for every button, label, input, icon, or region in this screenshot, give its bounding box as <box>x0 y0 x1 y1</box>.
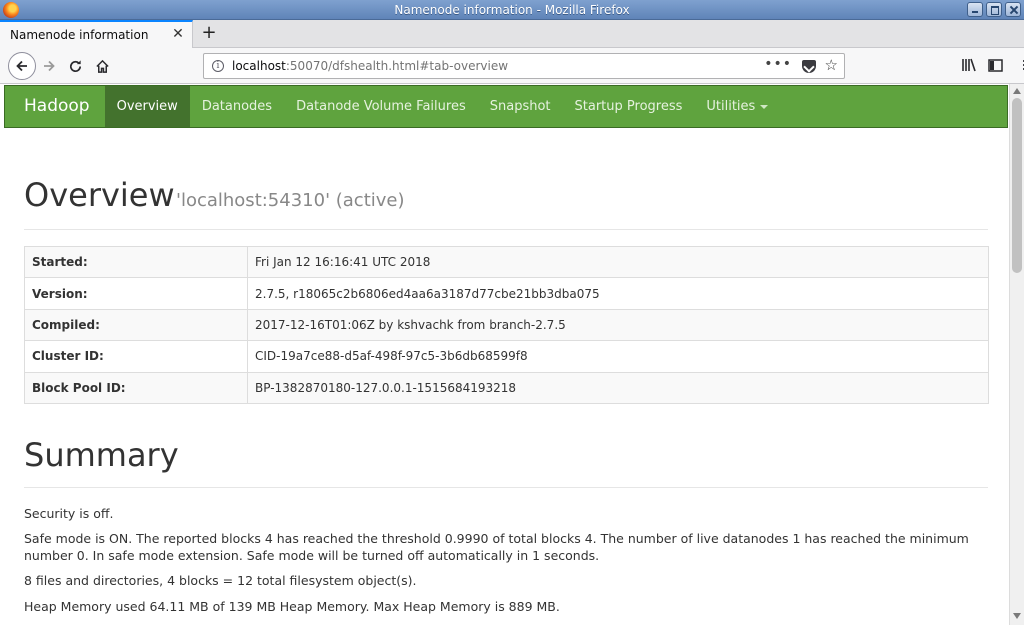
forward-arrow-icon <box>44 60 55 72</box>
row-value: Fri Jan 12 16:16:41 UTC 2018 <box>247 245 989 279</box>
hadoop-brand-link[interactable]: Hadoop <box>5 86 105 127</box>
overview-table: Started: Fri Jan 12 16:16:41 UTC 2018 Ve… <box>24 245 989 404</box>
url-text: localhost:50070/dfshealth.html#tab-overv… <box>232 59 509 73</box>
summary-title: Summary <box>24 436 179 474</box>
back-button[interactable] <box>8 52 36 80</box>
security-status: Security is off. <box>24 506 114 521</box>
sidebar-icon[interactable] <box>984 54 1006 76</box>
vertical-scrollbar[interactable] <box>1009 84 1024 625</box>
forward-button[interactable] <box>37 54 61 78</box>
table-row: Started: Fri Jan 12 16:16:41 UTC 2018 <box>24 245 989 279</box>
safemode-status: Safe mode is ON. The reported blocks 4 h… <box>24 531 969 563</box>
nav-snapshot[interactable]: Snapshot <box>478 86 563 127</box>
site-info-icon[interactable]: i <box>212 60 224 72</box>
nav-utilities-label: Utilities <box>706 99 756 114</box>
pocket-icon[interactable] <box>802 60 816 73</box>
row-value: BP-1382870180-127.0.0.1-1515684193218 <box>247 371 989 404</box>
table-row: Cluster ID: CID-19a7ce88-d5af-498f-97c5-… <box>24 340 989 373</box>
close-window-button[interactable] <box>1005 2 1021 17</box>
library-icon[interactable] <box>958 54 980 76</box>
overview-title: Overview <box>24 176 175 214</box>
window-title: Namenode information - Mozilla Firefox <box>394 3 630 17</box>
new-tab-button[interactable]: + <box>199 23 219 43</box>
row-value: CID-19a7ce88-d5af-498f-97c5-3b6db68599f8 <box>247 340 989 373</box>
nav-datanode-volume-failures[interactable]: Datanode Volume Failures <box>284 86 478 127</box>
browser-tab[interactable]: Namenode information ✕ <box>0 20 193 48</box>
scroll-down-icon[interactable] <box>1013 613 1021 619</box>
row-value: 2.7.5, r18065c2b6806ed4aa6a3187d77cbe21b… <box>247 277 989 310</box>
table-row: Version: 2.7.5, r18065c2b6806ed4aa6a3187… <box>24 277 989 310</box>
row-key: Cluster ID: <box>24 340 248 373</box>
reload-icon <box>69 59 81 72</box>
page-actions-icon[interactable]: ••• <box>764 56 792 72</box>
heap-memory: Heap Memory used 64.11 MB of 139 MB Heap… <box>24 599 560 614</box>
overview-header: Overview 'localhost:54310' (active) <box>24 176 988 230</box>
close-tab-icon[interactable]: ✕ <box>170 26 186 42</box>
back-arrow-icon <box>16 60 27 72</box>
row-value: 2017-12-16T01:06Z by kshvachk from branc… <box>247 308 989 342</box>
table-row: Compiled: 2017-12-16T01:06Z by kshvachk … <box>24 308 989 342</box>
maximize-button[interactable] <box>986 2 1002 17</box>
page-viewport: Hadoop Overview Datanodes Datanode Volum… <box>0 84 1009 625</box>
browser-toolbar: i localhost:50070/dfshealth.html#tab-ove… <box>0 48 1024 84</box>
nav-utilities-dropdown[interactable]: Utilities <box>694 86 780 127</box>
row-key: Version: <box>24 277 248 310</box>
tab-title: Namenode information <box>10 28 149 42</box>
scrollbar-thumb[interactable] <box>1012 98 1022 273</box>
summary-header: Summary <box>24 432 988 488</box>
table-row: Block Pool ID: BP-1382870180-127.0.0.1-1… <box>24 371 989 404</box>
nav-overview[interactable]: Overview <box>104 86 190 127</box>
home-button[interactable] <box>90 54 114 78</box>
reload-button[interactable] <box>63 54 87 78</box>
overview-subtitle: 'localhost:54310' (active) <box>176 190 405 211</box>
home-icon <box>95 59 109 73</box>
caret-down-icon <box>760 104 769 109</box>
window-titlebar: Namenode information - Mozilla Firefox <box>0 0 1024 20</box>
row-key: Block Pool ID: <box>24 371 248 404</box>
row-key: Compiled: <box>24 308 248 342</box>
filesystem-objects: 8 files and directories, 4 blocks = 12 t… <box>24 573 417 588</box>
scroll-up-icon[interactable] <box>1013 88 1021 94</box>
tab-strip: Namenode information ✕ + <box>0 20 1024 48</box>
nav-startup-progress[interactable]: Startup Progress <box>563 86 695 127</box>
minimize-button[interactable] <box>967 2 983 17</box>
url-bar[interactable]: i localhost:50070/dfshealth.html#tab-ove… <box>203 53 845 79</box>
bookmark-star-icon[interactable]: ☆ <box>825 56 838 74</box>
hamburger-menu-icon[interactable] <box>1018 54 1024 76</box>
nav-datanodes[interactable]: Datanodes <box>190 86 284 127</box>
row-key: Started: <box>24 245 248 279</box>
hadoop-navbar: Hadoop Overview Datanodes Datanode Volum… <box>4 85 1008 128</box>
